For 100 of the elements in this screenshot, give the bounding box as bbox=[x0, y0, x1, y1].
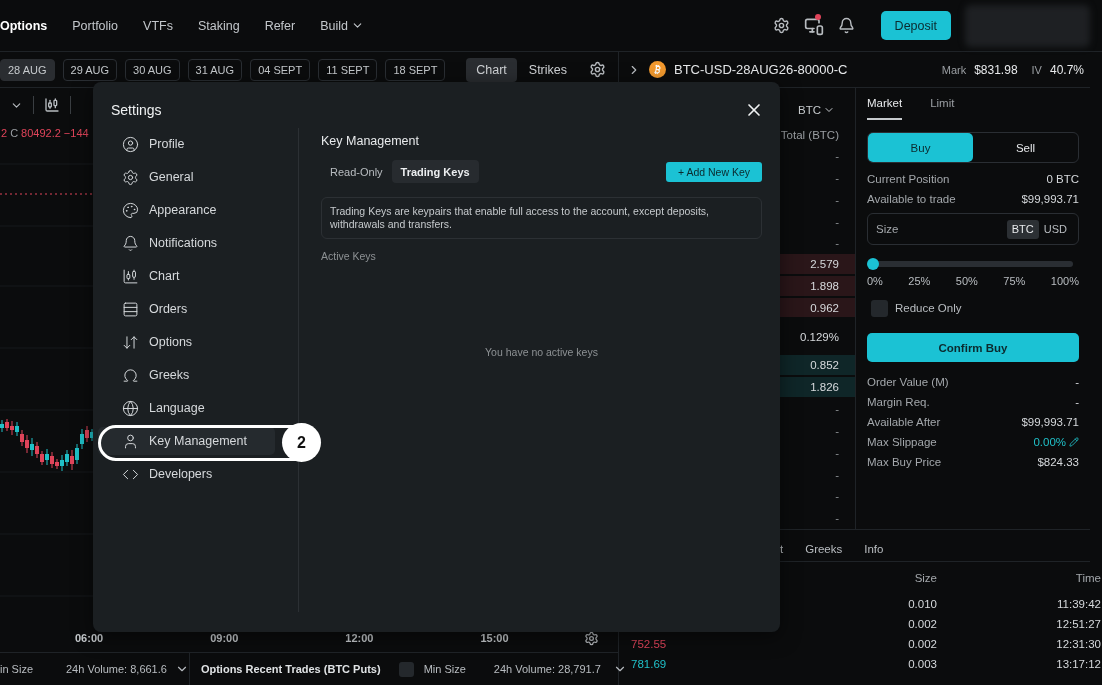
info-label: Available After bbox=[867, 416, 941, 428]
trade-time: 12:31:30 bbox=[1055, 638, 1101, 650]
size-field[interactable]: Size BTC USD bbox=[867, 213, 1079, 245]
info-label: Order Value (M) bbox=[867, 376, 949, 388]
panel-tab[interactable]: Greeks bbox=[805, 542, 843, 555]
candlestick-icon[interactable] bbox=[44, 97, 60, 113]
info-label: Margin Req. bbox=[867, 396, 930, 408]
side-button[interactable]: Buy bbox=[868, 133, 973, 162]
bitcoin-icon bbox=[649, 61, 666, 78]
view-tab[interactable]: Chart bbox=[466, 57, 517, 82]
trade-size: 0.003 bbox=[907, 658, 937, 670]
column-header: Time bbox=[1074, 572, 1101, 584]
volume-label: 24h Volume: 8,661.6 bbox=[66, 663, 167, 675]
slider-tick: 75% bbox=[1003, 275, 1026, 287]
key-type-tab[interactable]: Trading Keys bbox=[391, 160, 479, 183]
order-type-tab[interactable]: Market bbox=[867, 94, 903, 120]
book-value: - bbox=[835, 446, 839, 459]
slider-tick: 50% bbox=[955, 275, 978, 287]
trade-time: 11:39:42 bbox=[1056, 598, 1101, 610]
person-icon bbox=[122, 432, 139, 450]
expiry-tab[interactable]: 11 SEPT bbox=[318, 58, 378, 81]
slider-tick: 25% bbox=[908, 275, 931, 287]
book-value: - bbox=[835, 172, 839, 185]
book-value: 0.129% bbox=[800, 331, 839, 344]
time-label: 12:00 bbox=[345, 632, 374, 644]
bell-icon bbox=[122, 234, 139, 252]
panel-tab[interactable]: t bbox=[780, 542, 784, 555]
unit-dropdown[interactable]: BTC bbox=[792, 102, 841, 117]
settings-icon[interactable] bbox=[589, 61, 606, 78]
settings-menu-item[interactable]: General bbox=[98, 163, 275, 191]
min-size-label: in Size bbox=[0, 663, 35, 675]
trade-time: 12:51:27 bbox=[1055, 618, 1101, 630]
book-value: 2.579 bbox=[810, 258, 839, 271]
expiry-tab[interactable]: 29 AUG bbox=[62, 58, 118, 81]
info-value: - bbox=[1075, 396, 1079, 408]
empty-message: You have no active keys bbox=[485, 346, 598, 359]
nav-link[interactable]: Build bbox=[320, 18, 364, 33]
book-value: - bbox=[835, 425, 839, 438]
expiry-tab[interactable]: 30 AUG bbox=[125, 58, 180, 81]
devices-icon[interactable] bbox=[803, 15, 824, 36]
min-size-checkbox[interactable] bbox=[398, 661, 414, 677]
ohlc-value: 2 bbox=[1, 127, 8, 139]
column-header: Size bbox=[913, 572, 937, 584]
side-button[interactable]: Sell bbox=[973, 133, 1078, 162]
settings-menu-item[interactable]: Options bbox=[98, 328, 275, 356]
nav-link[interactable]: Portfolio bbox=[72, 18, 119, 33]
nav-link[interactable]: Staking bbox=[197, 18, 240, 33]
settings-icon[interactable] bbox=[772, 17, 790, 34]
book-value: - bbox=[835, 403, 839, 416]
info-note: Trading Keys are keypairs that enable full access to the account, except deposits, withdrawals and transfers. bbox=[321, 197, 762, 240]
expiry-tab[interactable]: 18 SEPT bbox=[385, 58, 446, 81]
slider-tick: 0% bbox=[867, 275, 883, 287]
volume-label: 24h Volume: 28,791.7 bbox=[493, 663, 601, 675]
add-key-button[interactable]: + Add New Key bbox=[665, 161, 762, 182]
settings-menu-item[interactable]: Appearance bbox=[98, 196, 275, 224]
nav-link[interactable]: Options bbox=[0, 18, 48, 33]
settings-menu-item[interactable]: Greeks bbox=[98, 361, 275, 389]
omega-icon bbox=[122, 366, 139, 384]
slider-tick: 100% bbox=[1050, 275, 1079, 287]
unit-toggle[interactable]: USD bbox=[1038, 219, 1072, 239]
trade-size: 0.002 bbox=[907, 638, 937, 650]
palette-icon bbox=[122, 201, 139, 219]
view-tab[interactable]: Strikes bbox=[518, 57, 577, 82]
mark-price: $831.98 bbox=[974, 62, 1018, 77]
settings-menu-item[interactable]: Profile bbox=[98, 130, 275, 158]
settings-menu-item[interactable]: Notifications bbox=[98, 229, 275, 257]
time-label: 09:00 bbox=[210, 632, 239, 644]
mark-label: Mark bbox=[941, 63, 967, 76]
nav-link[interactable]: Refer bbox=[264, 18, 296, 33]
book-value: - bbox=[835, 468, 839, 481]
settings-menu-item[interactable]: Chart bbox=[98, 262, 275, 290]
ohlc-value: 80492.2 bbox=[21, 127, 61, 139]
confirm-button[interactable]: Confirm Buy bbox=[867, 333, 1079, 362]
book-value: - bbox=[835, 512, 839, 525]
info-value: $99,993.71 bbox=[1021, 416, 1079, 428]
settings-menu-item[interactable]: Language bbox=[98, 394, 275, 422]
slider-thumb[interactable] bbox=[867, 258, 879, 270]
settings-menu-item[interactable]: Orders bbox=[98, 295, 275, 323]
nav-link[interactable]: VTFs bbox=[143, 18, 173, 33]
pencil-icon[interactable] bbox=[1069, 437, 1079, 447]
info-value: 0 BTC bbox=[1046, 173, 1079, 185]
time-label: 06:00 bbox=[75, 632, 104, 644]
expiry-tab[interactable]: 04 SEPT bbox=[250, 58, 311, 81]
order-type-tab[interactable]: Limit bbox=[930, 94, 955, 120]
settings-icon[interactable] bbox=[583, 630, 599, 646]
trade-size: 0.010 bbox=[907, 598, 937, 610]
info-value: - bbox=[1075, 376, 1079, 388]
deposit-button[interactable]: Deposit bbox=[880, 11, 951, 40]
key-type-tab[interactable]: Read-Only bbox=[321, 160, 392, 183]
book-value: - bbox=[835, 150, 839, 163]
unit-toggle[interactable]: BTC bbox=[1006, 219, 1039, 239]
expiry-tab[interactable]: 28 AUG bbox=[0, 58, 55, 81]
expiry-tab[interactable]: 31 AUG bbox=[187, 58, 243, 81]
info-label: Max Slippage bbox=[867, 436, 937, 448]
reduce-only-checkbox[interactable] bbox=[871, 299, 888, 317]
panel-tab[interactable]: Info bbox=[864, 542, 884, 555]
info-value[interactable]: 0.00% bbox=[1033, 436, 1079, 448]
settings-menu-item[interactable]: Key Management bbox=[98, 427, 275, 455]
bell-icon[interactable] bbox=[837, 17, 855, 34]
settings-menu-item[interactable]: Developers bbox=[98, 460, 275, 488]
